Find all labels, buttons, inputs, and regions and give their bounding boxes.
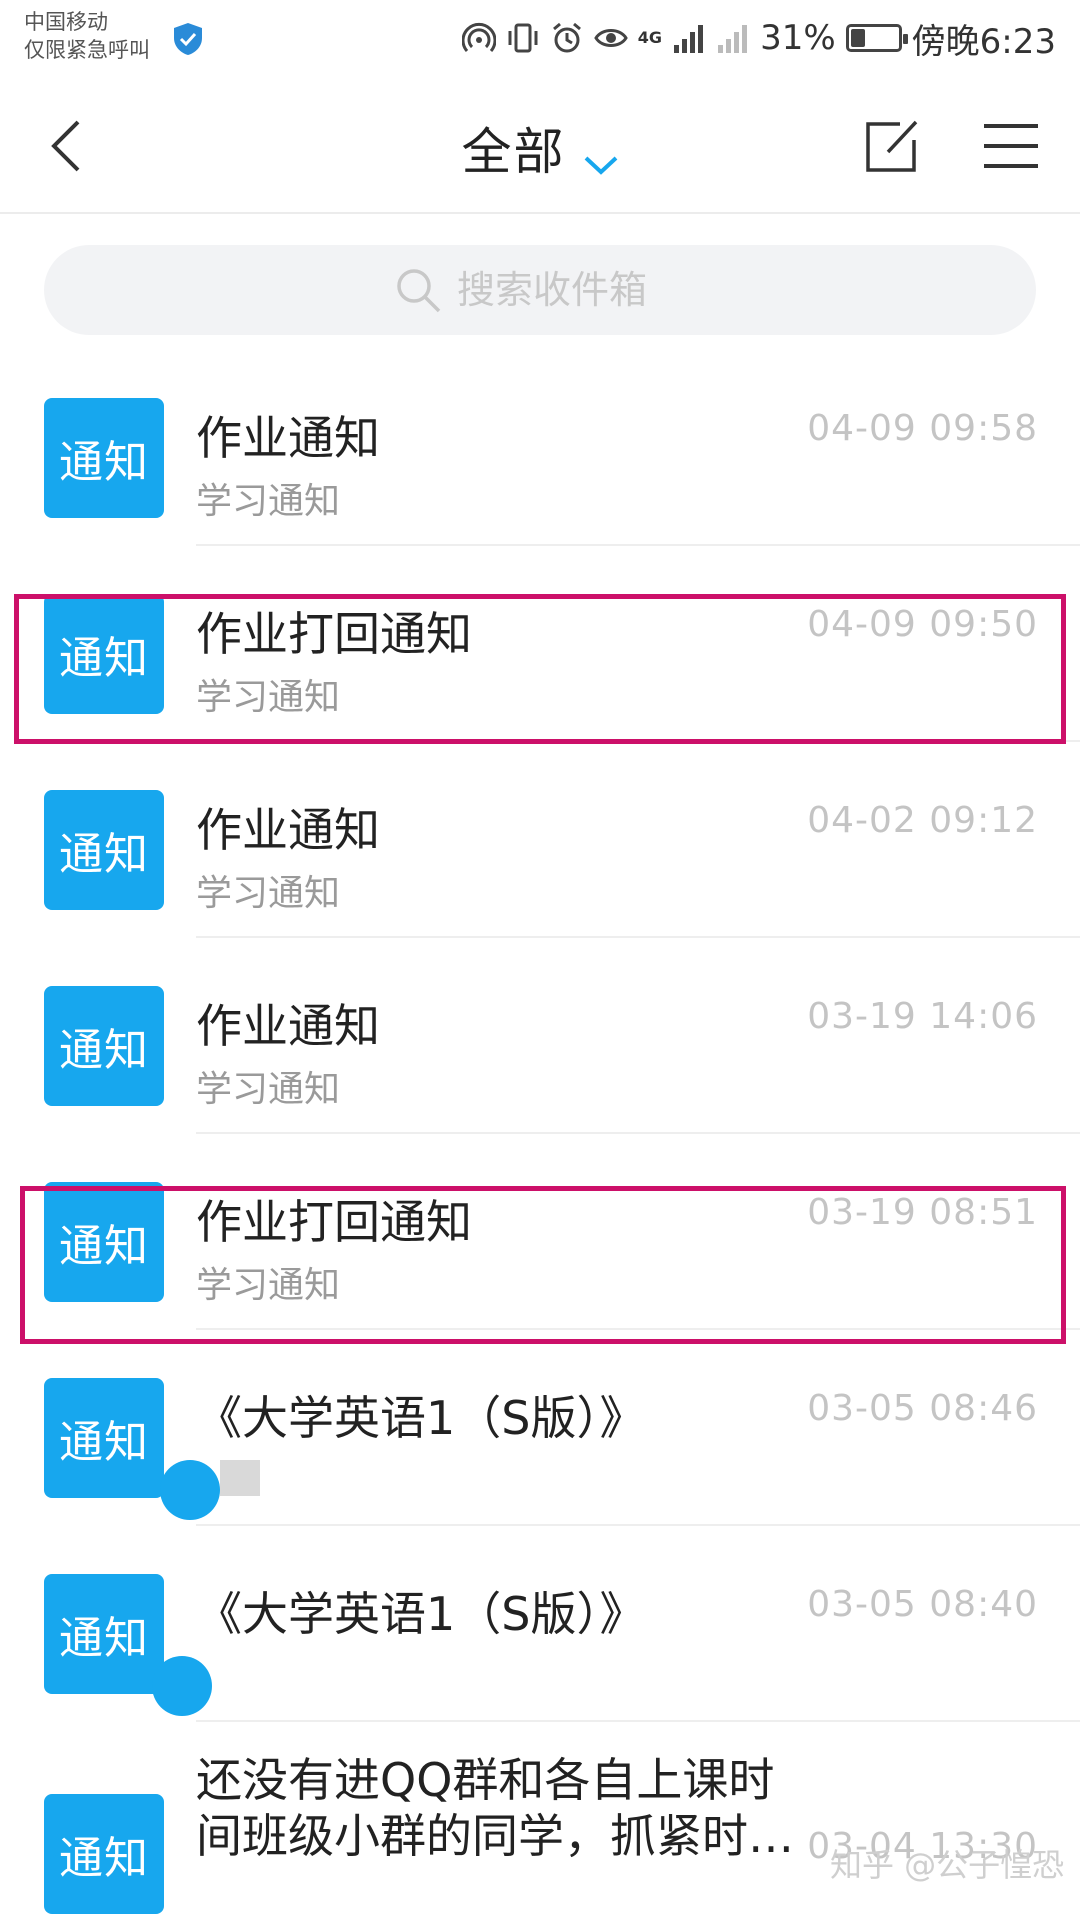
battery-percent: 31% (760, 18, 836, 58)
message-time: 04-02 09:12 (807, 800, 1038, 841)
list-item[interactable]: 通知 《大学英语1（S版）》 03-05 08:40 (0, 1526, 1080, 1722)
clock: 傍晚6:23 (911, 21, 1056, 62)
search-input[interactable] (457, 268, 687, 312)
redacted-area (160, 1460, 220, 1520)
notice-badge: 通知 (44, 398, 164, 518)
redacted-area (152, 1656, 212, 1716)
alarm-icon (552, 22, 581, 53)
carrier-info: 中国移动 仅限紧急呼叫 (24, 8, 150, 64)
status-bar: 中国移动 仅限紧急呼叫 4G 31% 傍晚6:23 (0, 0, 1080, 78)
eye-comfort-icon (594, 29, 628, 47)
shield-icon (174, 23, 202, 55)
top-nav-bar: 全部 (0, 78, 1080, 214)
message-time: 04-09 09:58 (807, 408, 1038, 449)
message-title: 作业通知 (196, 999, 380, 1053)
carrier-name: 中国移动 (24, 10, 108, 34)
network-type: 4G (637, 28, 663, 47)
notice-badge: 通知 (44, 1574, 164, 1694)
battery-level (850, 29, 865, 47)
signal-icon (674, 25, 704, 53)
highlight-box (20, 1186, 1066, 1344)
vibrate-icon (508, 23, 538, 53)
list-item[interactable]: 通知 作业通知 学习通知 03-19 14:06 (0, 938, 1080, 1134)
menu-icon (984, 124, 1038, 168)
search-icon (397, 269, 441, 313)
message-title: 作业通知 (196, 411, 380, 465)
chevron-down-icon (584, 156, 617, 175)
search-bar[interactable] (44, 245, 1036, 335)
page-title: 全部 (461, 123, 566, 181)
battery-icon (845, 24, 908, 52)
highlight-box (14, 594, 1066, 744)
list-item[interactable]: 通知 作业通知 学习通知 04-09 09:58 (0, 350, 1080, 546)
redacted-area (220, 1460, 260, 1496)
status-icons: 4G 31% 傍晚6:23 (461, 14, 1056, 62)
message-title: 还没有进QQ群和各自上课时间班级小群的同学，抓紧时… (196, 1753, 794, 1863)
message-title: 《大学英语1（S版）》 (196, 1587, 646, 1641)
notice-badge: 通知 (44, 1794, 164, 1914)
notice-badge: 通知 (44, 986, 164, 1106)
compose-icon (866, 120, 918, 172)
notice-badge: 通知 (44, 1378, 164, 1498)
notice-badge: 通知 (44, 790, 164, 910)
hotspot-icon (461, 22, 496, 52)
watermark: 知乎 @公子惶恐 (830, 1846, 1065, 1884)
message-title: 作业通知 (196, 803, 380, 857)
list-item[interactable]: 通知 《大学英语1（S版）》 03-05 08:46 (0, 1330, 1080, 1526)
emergency-only-text: 仅限紧急呼叫 (24, 38, 150, 62)
list-item[interactable]: 通知 还没有进QQ群和各自上课时间班级小群的同学，抓紧时… 03-04 13:3… (0, 1722, 1080, 1920)
message-time: 03-05 08:46 (807, 1388, 1038, 1429)
compose-button[interactable] (860, 114, 924, 178)
message-subtitle: 学习通知 (196, 481, 341, 522)
message-subtitle: 学习通知 (196, 1069, 341, 1110)
message-time: 03-19 14:06 (807, 996, 1038, 1037)
message-time: 03-05 08:40 (807, 1584, 1038, 1625)
list-item[interactable]: 通知 作业通知 学习通知 04-02 09:12 (0, 742, 1080, 938)
message-subtitle: 学习通知 (196, 873, 341, 914)
menu-button[interactable] (980, 118, 1042, 174)
signal-off-icon (718, 25, 748, 53)
message-title: 《大学英语1（S版）》 (196, 1391, 646, 1445)
